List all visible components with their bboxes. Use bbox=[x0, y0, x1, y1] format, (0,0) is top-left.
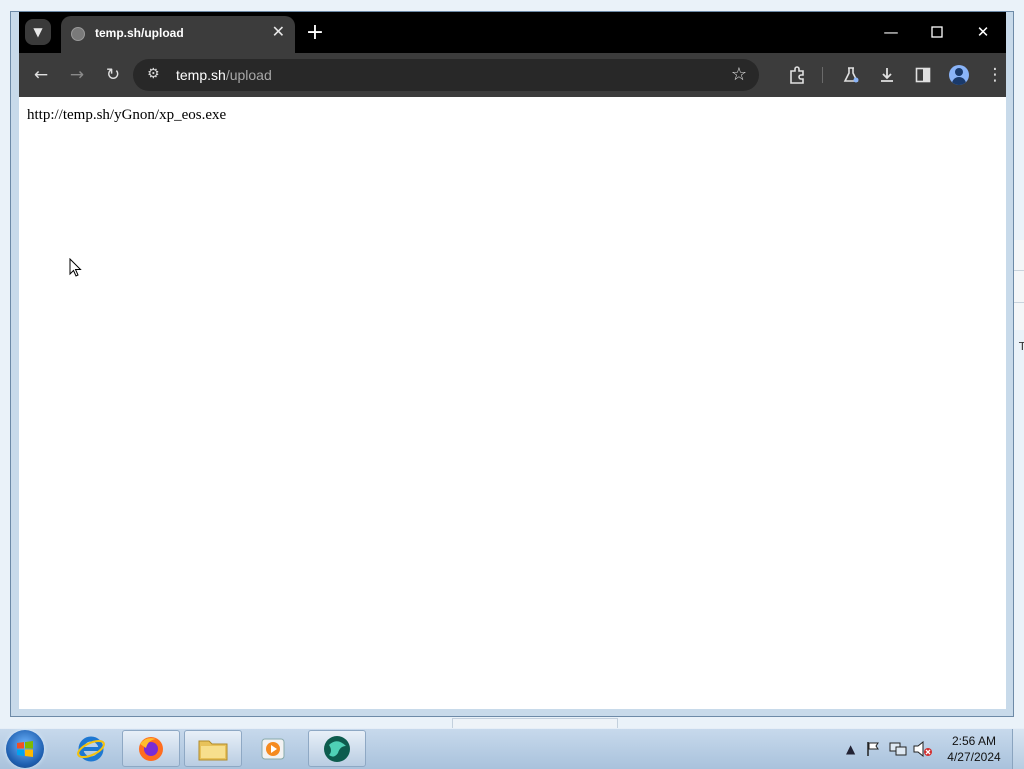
maximize-icon bbox=[931, 26, 943, 38]
internet-explorer-icon bbox=[77, 736, 105, 761]
maximize-button[interactable] bbox=[925, 20, 949, 44]
puzzle-icon bbox=[790, 66, 804, 84]
media-player-icon bbox=[261, 738, 285, 759]
firefox-icon bbox=[139, 736, 163, 761]
address-domain: temp.sh bbox=[176, 67, 226, 83]
extensions-button[interactable] bbox=[785, 63, 809, 87]
show-desktop-button[interactable] bbox=[1012, 729, 1024, 769]
browser-window: ▼ temp.sh/upload ✕ + — ✕ ← → ↻ ⚙ temp.sh… bbox=[10, 11, 1014, 717]
tab-search-button[interactable]: ▼ bbox=[25, 19, 51, 45]
address-bar[interactable]: ⚙ temp.sh/upload ☆ bbox=[133, 59, 759, 91]
taskbar-preview-strip bbox=[452, 718, 618, 728]
background-window-text: T bbox=[1019, 340, 1024, 353]
show-hidden-icons-icon[interactable]: ▲ bbox=[846, 742, 855, 756]
new-tab-button[interactable]: + bbox=[302, 19, 328, 45]
flask-icon bbox=[843, 67, 859, 83]
arrow-left-icon: ← bbox=[33, 65, 49, 85]
toolbar-separator bbox=[822, 67, 823, 83]
labs-button[interactable] bbox=[839, 63, 863, 87]
windows-logo-icon bbox=[17, 741, 33, 757]
page-content: http://temp.sh/yGnon/xp_eos.exe bbox=[19, 97, 1006, 709]
taskbar-file-explorer[interactable] bbox=[184, 730, 242, 767]
site-info-icon[interactable]: ⚙ bbox=[147, 66, 160, 82]
mouse-cursor-icon bbox=[69, 258, 82, 277]
back-button[interactable]: ← bbox=[29, 63, 53, 87]
bookmark-star-icon[interactable]: ☆ bbox=[731, 64, 747, 85]
address-path: /upload bbox=[225, 67, 272, 83]
chevron-down-icon: ▼ bbox=[33, 25, 43, 39]
app-logo-icon bbox=[324, 735, 350, 762]
avatar-icon bbox=[949, 65, 969, 85]
network-icon[interactable] bbox=[889, 741, 907, 757]
reload-button[interactable]: ↻ bbox=[101, 63, 125, 87]
clock-date: 4/27/2024 bbox=[947, 750, 1001, 764]
close-window-button[interactable]: ✕ bbox=[971, 20, 995, 44]
upload-result-url: http://temp.sh/yGnon/xp_eos.exe bbox=[27, 107, 227, 123]
taskbar-firefox[interactable] bbox=[122, 730, 180, 767]
close-tab-icon[interactable]: ✕ bbox=[272, 22, 285, 41]
folder-icon bbox=[198, 740, 228, 760]
taskbar-internet-explorer[interactable] bbox=[62, 730, 120, 767]
menu-button[interactable]: ⋮ bbox=[983, 63, 1007, 87]
taskbar: ▲ 2:56 AM 4/27/2024 bbox=[0, 728, 1024, 769]
side-panel-icon bbox=[915, 67, 931, 83]
reload-icon: ↻ bbox=[105, 65, 121, 85]
globe-icon bbox=[71, 27, 85, 41]
address-text[interactable]: temp.sh/upload bbox=[176, 67, 272, 83]
tab-title: temp.sh/upload bbox=[95, 26, 184, 40]
clock-time: 2:56 AM bbox=[951, 734, 997, 748]
minimize-button[interactable]: — bbox=[879, 20, 903, 44]
forward-button[interactable]: → bbox=[65, 63, 89, 87]
start-button[interactable] bbox=[6, 730, 44, 768]
volume-muted-icon[interactable] bbox=[913, 741, 933, 757]
browser-toolbar: ← → ↻ ⚙ temp.sh/upload ☆ ⋮ bbox=[19, 53, 1006, 97]
downloads-button[interactable] bbox=[875, 63, 899, 87]
download-icon bbox=[881, 68, 893, 82]
taskbar-media-player[interactable] bbox=[244, 730, 302, 767]
side-panel-button[interactable] bbox=[911, 63, 935, 87]
action-center-flag-icon[interactable] bbox=[866, 741, 880, 757]
more-vertical-icon: ⋮ bbox=[986, 65, 1004, 85]
taskbar-active-app[interactable] bbox=[308, 730, 366, 767]
arrow-right-icon: → bbox=[69, 65, 85, 85]
tab-active[interactable]: temp.sh/upload ✕ bbox=[61, 16, 295, 53]
title-bar: ▼ temp.sh/upload ✕ + — ✕ bbox=[19, 12, 1006, 53]
profile-button[interactable] bbox=[947, 63, 971, 87]
taskbar-clock[interactable]: 2:56 AM 4/27/2024 bbox=[944, 733, 1004, 765]
